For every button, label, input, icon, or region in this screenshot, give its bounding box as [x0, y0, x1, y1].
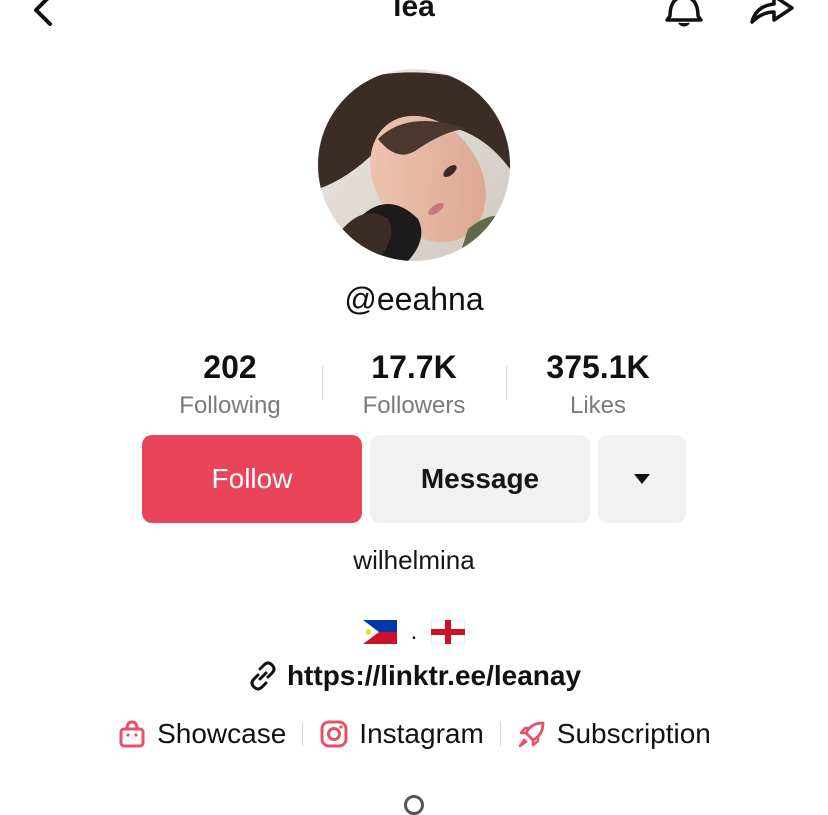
username: @eeahna [344, 281, 484, 317]
stat-divider [322, 366, 323, 400]
stat-value: 202 [203, 349, 257, 385]
avatar[interactable] [318, 69, 510, 261]
stat-divider [506, 366, 507, 400]
flags-separator: . [410, 618, 418, 645]
bio-text: wilhelmina [353, 545, 475, 575]
link-divider [302, 722, 304, 746]
profile-link-text[interactable]: https://linktr.ee/leanay [287, 660, 581, 692]
follow-button[interactable]: Follow [142, 435, 362, 523]
stat-label: Following [179, 392, 281, 419]
link-divider [499, 722, 501, 746]
rocket-icon [518, 721, 545, 748]
bell-icon[interactable] [660, 0, 708, 34]
instagram-label: Instagram [359, 718, 484, 749]
subscription-label: Subscription [556, 718, 711, 749]
shopping-bag-icon [119, 720, 145, 748]
philippines-flag-icon [362, 620, 397, 644]
more-options-button[interactable] [598, 435, 686, 523]
caret-down-icon [634, 474, 650, 484]
stat-following[interactable]: 202 Following [145, 348, 315, 426]
stat-label: Followers [362, 392, 466, 419]
link-icon [250, 661, 276, 691]
partial-icon [404, 795, 424, 815]
message-button[interactable]: Message [370, 435, 590, 523]
profile-link[interactable]: https://linktr.ee/leanay [0, 660, 828, 692]
share-arrow-icon[interactable] [746, 0, 798, 34]
instagram-icon [320, 720, 348, 748]
showcase-link[interactable]: Showcase [117, 718, 286, 750]
subscription-link[interactable]: Subscription [517, 718, 711, 750]
england-flag-icon [431, 620, 466, 644]
flags-row: . [0, 618, 828, 646]
stat-likes[interactable]: 375.1K Likes [513, 348, 683, 426]
instagram-link[interactable]: Instagram [319, 718, 484, 750]
stat-value: 375.1K [546, 349, 650, 385]
stat-label: Likes [569, 392, 627, 419]
quick-links-row: Showcase Instagram Subscription [0, 718, 828, 750]
stat-followers[interactable]: 17.7K Followers [329, 348, 499, 426]
showcase-label: Showcase [157, 718, 287, 749]
stat-value: 17.7K [371, 349, 457, 385]
